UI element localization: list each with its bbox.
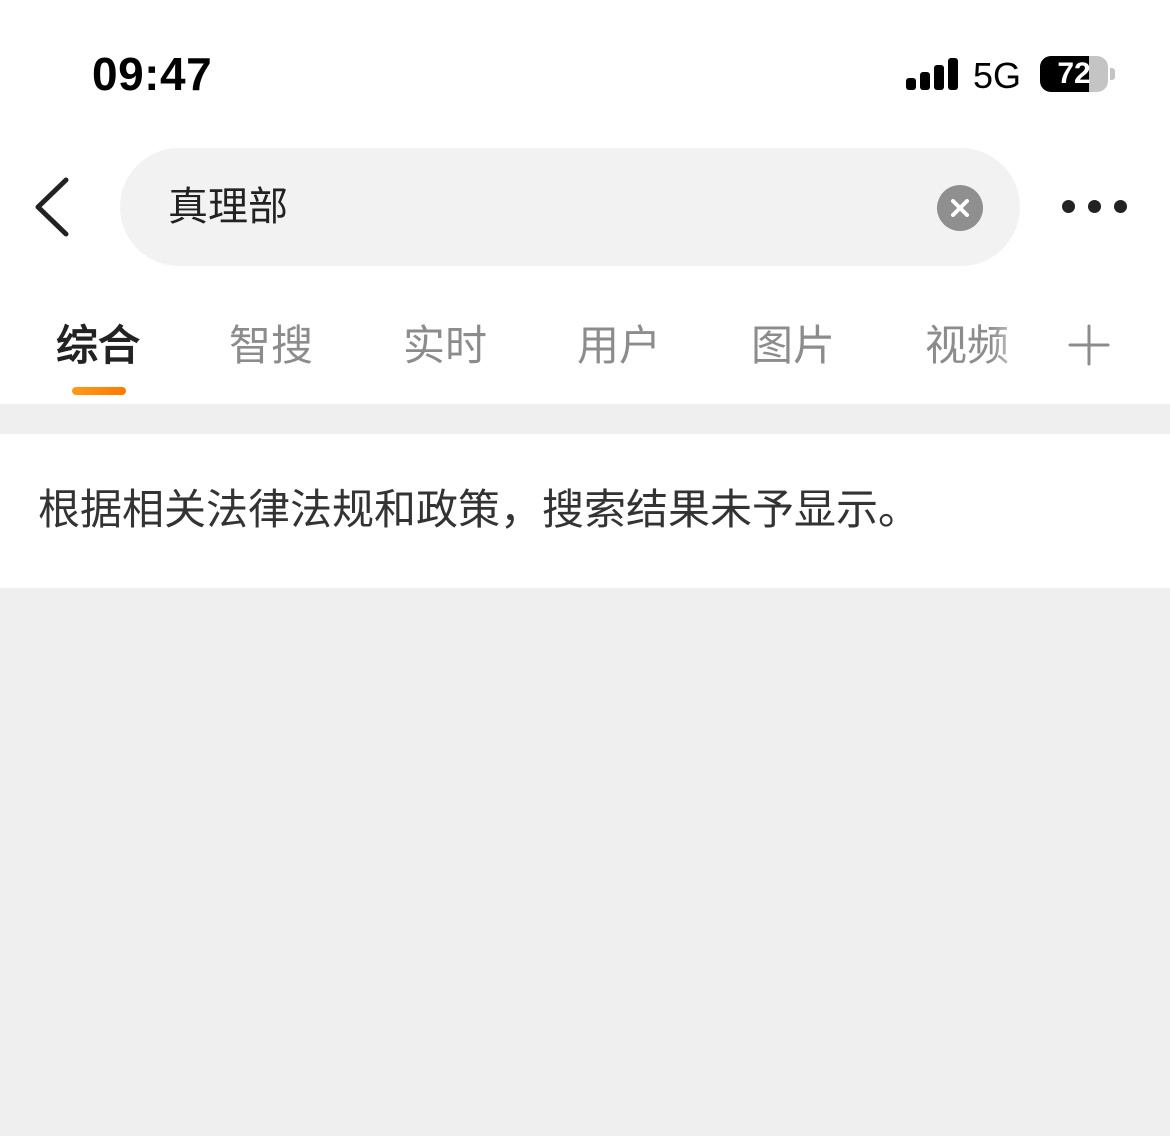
tab-comprehensive[interactable]: 综合 (56, 316, 140, 376)
battery-tip (1110, 68, 1115, 80)
results-notice-card: 根据相关法律法规和政策，搜索结果未予显示。 (0, 434, 1170, 588)
cellular-signal-icon (906, 58, 958, 90)
tab-scroll-fade (990, 304, 1060, 384)
search-results-screen: 09:47 5G 72 真理部 综合 智搜 实时 用户 图片 视频 根据相关法律… (0, 0, 1170, 1136)
signal-bar (906, 78, 916, 90)
tab-users[interactable]: 用户 (577, 316, 661, 376)
network-type: 5G (973, 55, 1022, 96)
section-divider (0, 404, 1170, 434)
signal-bar (948, 58, 958, 90)
status-time: 09:47 (92, 48, 213, 100)
search-input[interactable] (168, 172, 908, 242)
results-hidden-notice: 根据相关法律法规和政策，搜索结果未予显示。 (38, 485, 921, 534)
add-tab-button[interactable] (1066, 322, 1112, 368)
more-dot-icon (1088, 200, 1101, 213)
signal-bar (920, 72, 930, 90)
tab-realtime[interactable]: 实时 (403, 316, 487, 376)
search-box[interactable] (120, 148, 1020, 266)
search-tab-bar: 综合 智搜 实时 用户 图片 视频 (0, 274, 1170, 404)
tab-images[interactable]: 图片 (751, 316, 835, 376)
search-header (0, 140, 1170, 274)
more-dot-icon (1062, 200, 1075, 213)
tab-smart-search[interactable]: 智搜 (229, 316, 313, 376)
empty-results-area (0, 588, 1170, 1136)
more-dot-icon (1114, 200, 1127, 213)
chevron-left-icon (35, 177, 69, 237)
back-button[interactable] (22, 170, 86, 244)
plus-icon (1068, 324, 1110, 366)
close-icon (951, 199, 969, 217)
clear-search-button[interactable] (937, 185, 983, 231)
active-tab-indicator (72, 387, 126, 395)
battery-icon: 72 (1040, 56, 1108, 92)
battery-level: 72 (1057, 57, 1091, 90)
signal-bar (934, 65, 944, 90)
more-options-button[interactable] (1054, 184, 1134, 230)
status-bar: 09:47 5G 72 (0, 0, 1170, 140)
